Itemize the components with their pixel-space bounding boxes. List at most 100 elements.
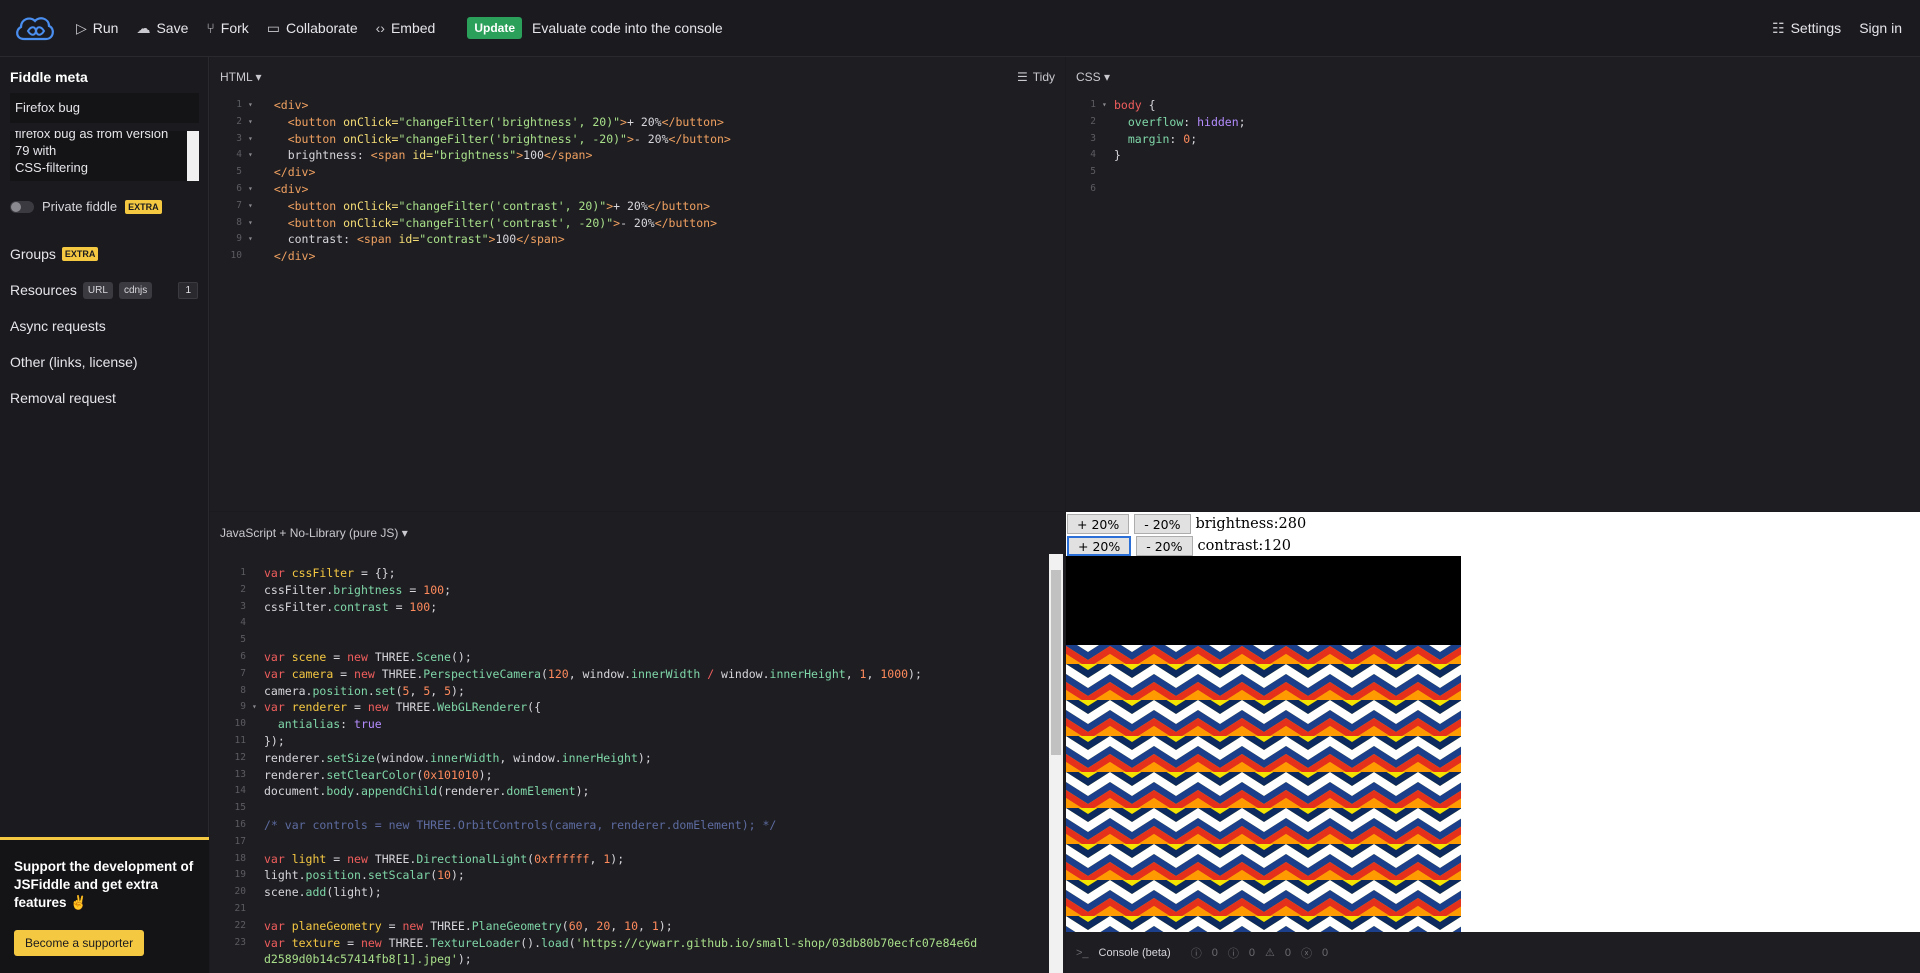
brightness-minus-button[interactable]: - 20% bbox=[1134, 514, 1191, 534]
run-button[interactable]: ▷ Run bbox=[76, 20, 118, 37]
code-line: 5 bbox=[240, 634, 246, 646]
groups-label: Groups bbox=[10, 246, 56, 262]
fork-button[interactable]: ⑂ Fork bbox=[206, 20, 248, 36]
code-line: 21 bbox=[234, 902, 246, 914]
error-icon: ⓧ bbox=[1300, 947, 1312, 960]
code-line: 3 cssFilter. contrast = 100; bbox=[240, 599, 438, 614]
html-editor[interactable]: 1 ▾ <div> 2 ▾ <button onClick= "changeFilte… bbox=[210, 97, 1065, 265]
sidebar-item-resources[interactable]: Resources URL cdnjs 1 bbox=[0, 272, 208, 308]
settings-label: Settings bbox=[1790, 20, 1842, 36]
fiddle-description-textarea[interactable]: firefox bug as from version 79 with CSS-… bbox=[10, 131, 199, 181]
html-language-select[interactable]: HTML ▾ bbox=[220, 70, 262, 84]
code-line: 8 ▾ <button onClick= "changeFilter('contra… bbox=[236, 215, 717, 230]
become-supporter-button[interactable]: Become a supporter bbox=[14, 930, 145, 956]
scrollbar-thumb[interactable] bbox=[1051, 570, 1061, 755]
code-line: 17 bbox=[234, 835, 246, 847]
code-line: 15 bbox=[234, 802, 246, 814]
code-line: 6 ▾ <div> bbox=[236, 181, 309, 196]
play-icon: ▷ bbox=[76, 19, 87, 36]
code-line: 4 bbox=[240, 617, 246, 629]
info-count: 0 bbox=[1211, 946, 1218, 959]
private-toggle[interactable] bbox=[10, 200, 34, 213]
textarea-scrollbar[interactable] bbox=[187, 131, 199, 181]
code-line: 4} bbox=[1090, 148, 1121, 163]
private-label: Private fiddle bbox=[42, 199, 118, 214]
code-line: 5 bbox=[1090, 166, 1096, 178]
code-line: 16/* var controls = new THREE.OrbitContr… bbox=[234, 817, 777, 832]
description-line: firefox bug as from version bbox=[15, 131, 169, 141]
code-line: 9 ▾ var renderer = new THREE. WebGLRenderer… bbox=[240, 700, 541, 715]
support-text: Support the development of JSFiddle and … bbox=[14, 859, 194, 910]
sidebar-item-removal[interactable]: Removal request bbox=[0, 380, 208, 416]
console-label: Console (beta) bbox=[1098, 946, 1171, 959]
css-panel: CSS ▾ 1 ▾ body { 2 overflow: hidden; 3 mar… bbox=[1066, 57, 1920, 511]
css-editor[interactable]: 1 ▾ body { 2 overflow: hidden; 3 margin: 0… bbox=[1066, 97, 1920, 198]
code-line: 2 overflow: hidden; bbox=[1090, 114, 1246, 129]
webgl-canvas[interactable] bbox=[1066, 556, 1461, 932]
sidebar-item-async[interactable]: Async requests bbox=[0, 308, 208, 344]
description-line: CSS-filtering bbox=[15, 160, 88, 175]
save-button[interactable]: ☁ Save bbox=[136, 20, 188, 37]
embed-button[interactable]: ‹› Embed bbox=[376, 20, 436, 36]
chat-icon: ▭ bbox=[266, 19, 281, 36]
contrast-minus-button[interactable]: - 20% bbox=[1136, 536, 1193, 556]
code-line: 1 var cssFilter = {}; bbox=[240, 566, 396, 580]
sidebar-item-other[interactable]: Other (links, license) bbox=[0, 344, 208, 380]
brightness-value: 280 bbox=[1278, 516, 1307, 532]
terminal-icon: >_ bbox=[1076, 946, 1089, 959]
resources-count: 1 bbox=[178, 281, 198, 299]
code-line: 7 var camera = new THREE. PerspectiveCamer… bbox=[240, 666, 922, 681]
code-line: 9 ▾ contrast: <span id= "contrast" >100 </sp… bbox=[236, 232, 565, 247]
code-line: 5 </div> bbox=[236, 165, 316, 180]
jsfiddle-logo-icon[interactable] bbox=[12, 6, 56, 50]
code-line: 3 margin: 0; bbox=[1090, 131, 1198, 146]
brightness-controls: + 20% - 20% brightness: 280 bbox=[1066, 513, 1920, 535]
brightness-label: brightness: bbox=[1195, 516, 1279, 532]
code-line: 7 ▾ <button onClick= "changeFilter('contra… bbox=[236, 198, 711, 213]
warning-icon: ⚠ bbox=[1264, 947, 1275, 959]
js-editor[interactable]: 1 var cssFilter = {}; 2 cssFilter. brightne… bbox=[210, 554, 1065, 968]
code-line: 8 camera. position. set(5, 5, 5); bbox=[240, 683, 465, 698]
sign-in-link[interactable]: Sign in bbox=[1859, 20, 1902, 36]
collaborate-label: Collaborate bbox=[286, 20, 358, 36]
code-line: 12 renderer. setSize (window. innerWidth, wi… bbox=[234, 750, 652, 765]
error-count: 0 bbox=[1321, 946, 1329, 959]
collaborate-button[interactable]: ▭ Collaborate bbox=[267, 20, 358, 37]
fork-icon: ⑂ bbox=[206, 20, 215, 36]
settings-button[interactable]: ☷ Settings bbox=[1772, 20, 1841, 37]
extra-badge: EXTRA bbox=[125, 199, 162, 214]
log-count: 0 bbox=[1248, 946, 1255, 959]
code-line: 10 </div> bbox=[230, 249, 316, 264]
console-bar[interactable]: >_ Console (beta) ⓘ 0 ⓘ 0 ⚠ 0 ⓧ 0 bbox=[1066, 932, 1920, 973]
js-panel-header: JavaScript + No-Library (pure JS) ▾ bbox=[210, 512, 1065, 554]
cdnjs-pill[interactable]: cdnjs bbox=[118, 281, 153, 299]
info-icon: ⓘ bbox=[1190, 947, 1202, 960]
js-language-select[interactable]: JavaScript + No-Library (pure JS) ▾ bbox=[220, 526, 408, 540]
url-pill[interactable]: URL bbox=[82, 281, 113, 299]
code-line: 14 document. body. appendChild (renderer. dom… bbox=[234, 784, 590, 799]
code-line: 18 var light = new THREE. DirectionalLight… bbox=[234, 851, 625, 866]
fiddle-name-input[interactable]: Firefox bug bbox=[10, 93, 199, 123]
contrast-value: 120 bbox=[1263, 538, 1291, 554]
tidy-button[interactable]: ☰ Tidy bbox=[1017, 70, 1055, 84]
sidebar-title: Fiddle meta bbox=[10, 69, 88, 85]
save-label: Save bbox=[156, 20, 189, 36]
update-hint: Evaluate code into the console bbox=[532, 20, 723, 36]
code-line: 1 ▾ <div> bbox=[236, 98, 309, 112]
contrast-plus-button[interactable]: + 20% bbox=[1067, 536, 1132, 556]
code-line: 19 light. position. setScalar(10); bbox=[234, 868, 465, 883]
css-language-select[interactable]: CSS ▾ bbox=[1076, 70, 1110, 84]
html-panel-header: HTML ▾ ☰ Tidy bbox=[210, 57, 1065, 97]
code-line: 2 cssFilter. brightness = 100; bbox=[240, 582, 451, 597]
js-editor-scrollbar[interactable] bbox=[1049, 554, 1063, 973]
extra-badge: EXTRA bbox=[61, 247, 99, 261]
code-line: 6 bbox=[1090, 182, 1096, 194]
sidebar: Fiddle meta Firefox bug firefox bug as f… bbox=[0, 57, 209, 973]
log-icon: ⓘ bbox=[1227, 947, 1239, 960]
update-button[interactable]: Update bbox=[467, 17, 522, 39]
code-line: 13 renderer. setClearColor(0x101010); bbox=[234, 767, 493, 782]
textured-plane-image bbox=[1066, 556, 1461, 932]
brightness-plus-button[interactable]: + 20% bbox=[1067, 514, 1130, 534]
description-line: 79 with bbox=[15, 143, 57, 158]
sidebar-item-groups[interactable]: Groups EXTRA bbox=[0, 236, 208, 272]
